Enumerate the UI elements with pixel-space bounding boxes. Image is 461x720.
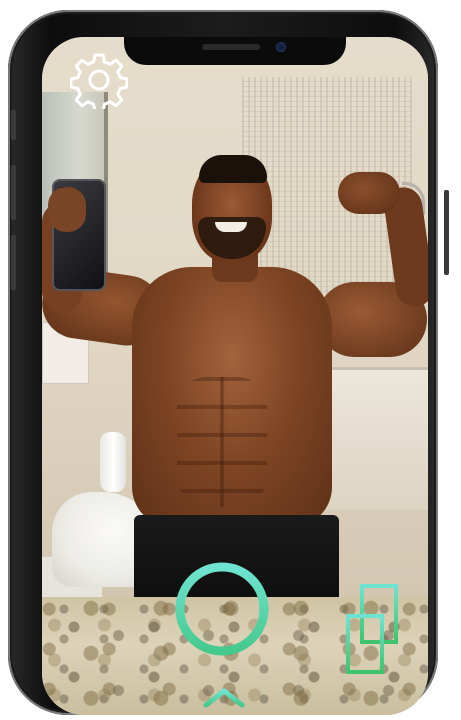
settings-button[interactable]: [69, 51, 129, 113]
subject-left-hand: [48, 187, 86, 232]
shutter-ring-icon: [175, 562, 269, 656]
shutter-button[interactable]: [175, 562, 269, 656]
chevron-up-icon: [203, 688, 245, 708]
expand-panel-button[interactable]: [202, 685, 246, 709]
gallery-stack-icon: [346, 584, 398, 674]
subject-smile: [215, 222, 247, 232]
power-button: [444, 190, 449, 275]
volume-up-button: [11, 165, 16, 220]
subject-hair: [199, 155, 267, 183]
volume-down-button: [11, 235, 16, 290]
subject-right-fist: [338, 172, 400, 214]
gallery-button[interactable]: [344, 582, 404, 682]
front-camera-icon: [276, 42, 286, 52]
subject-abs: [177, 377, 267, 507]
mute-switch: [11, 110, 16, 140]
camera-viewfinder: [42, 37, 428, 715]
earpiece-speaker: [202, 44, 260, 50]
phone-frame: [8, 10, 449, 715]
gear-icon: [69, 53, 129, 113]
phone-notch: [124, 37, 346, 65]
